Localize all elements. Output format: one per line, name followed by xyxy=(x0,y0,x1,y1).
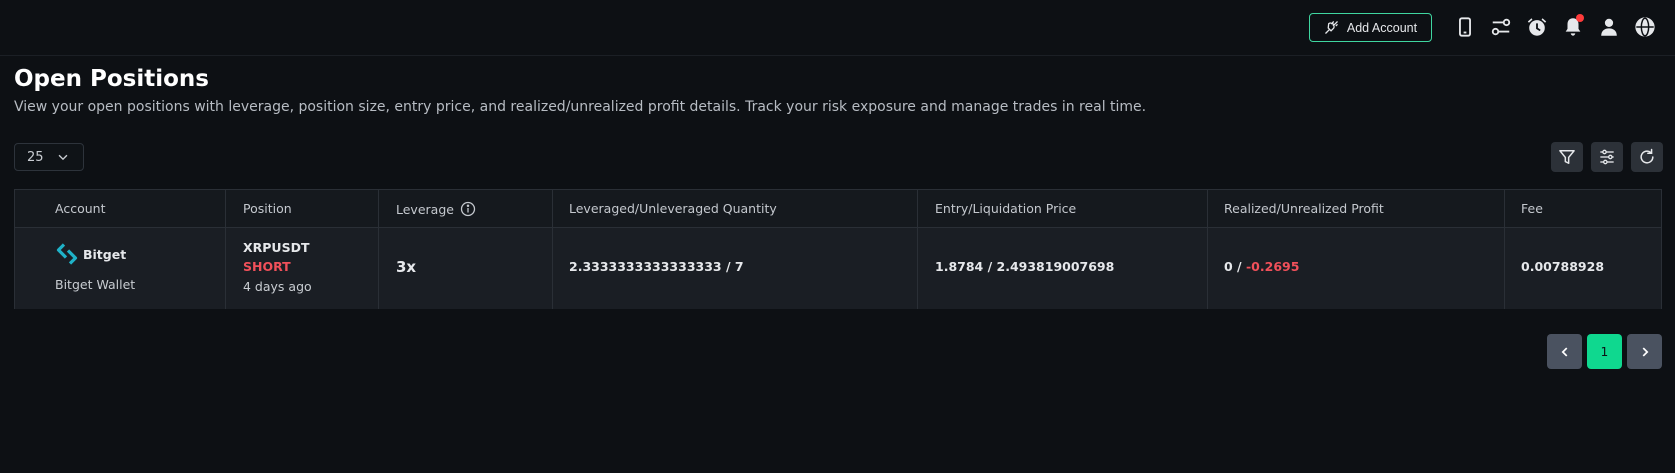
chevron-left-icon xyxy=(1561,346,1567,357)
info-icon[interactable] xyxy=(460,201,476,217)
position-symbol: XRPUSDT xyxy=(243,240,310,255)
top-bar: Add Account xyxy=(0,0,1675,56)
column-header-price[interactable]: Entry/Liquidation Price xyxy=(935,201,1076,216)
fee-cell: 0.00788928 xyxy=(1505,228,1663,309)
profit-cell: 0 / -0.2695 xyxy=(1208,228,1505,309)
column-settings-button[interactable] xyxy=(1591,142,1623,172)
add-account-button[interactable]: Add Account xyxy=(1309,13,1432,42)
sliders-icon xyxy=(1600,149,1614,165)
exchange-badge: Bitget xyxy=(55,242,126,266)
column-header-fee[interactable]: Fee xyxy=(1521,201,1543,216)
alarm-clock-icon[interactable] xyxy=(1525,15,1549,39)
prev-page-button[interactable] xyxy=(1547,334,1582,369)
position-age: 4 days ago xyxy=(243,279,312,294)
toggles-icon[interactable] xyxy=(1489,15,1513,39)
notification-dot xyxy=(1576,14,1584,22)
next-page-button[interactable] xyxy=(1627,334,1662,369)
bell-icon[interactable] xyxy=(1561,14,1585,39)
bitget-logo-icon xyxy=(56,243,78,265)
column-header-position[interactable]: Position xyxy=(243,201,292,216)
leverage-cell: 3x xyxy=(379,228,553,309)
leverage-header-label: Leverage xyxy=(396,201,454,217)
globe-icon[interactable] xyxy=(1633,15,1657,39)
filter-button[interactable] xyxy=(1551,142,1583,172)
filter-icon xyxy=(1559,150,1575,164)
position-cell: XRPUSDT SHORT 4 days ago xyxy=(226,228,379,309)
column-header-quantity[interactable]: Leveraged/Unleveraged Quantity xyxy=(569,201,777,216)
page-size-value: 25 xyxy=(27,149,44,165)
page-subtitle: View your open positions with leverage, … xyxy=(14,99,1147,115)
exchange-name: Bitget xyxy=(83,246,127,262)
profit-separator: / xyxy=(1232,259,1246,274)
chevron-down-icon xyxy=(58,154,67,161)
quantity-value: 2.3333333333333333 / 7 xyxy=(569,259,744,274)
wallet-name: Bitget Wallet xyxy=(55,277,136,292)
add-account-label: Add Account xyxy=(1346,20,1418,35)
unrealized-profit: -0.2695 xyxy=(1245,259,1300,274)
position-side-badge: SHORT xyxy=(243,259,291,274)
user-icon[interactable] xyxy=(1597,15,1621,39)
table-row[interactable]: Bitget Bitget Wallet XRPUSDT SHORT 4 day… xyxy=(15,228,1661,309)
positions-table: Account Position Leverage Leveraged/Unle… xyxy=(14,189,1662,309)
column-header-profit[interactable]: Realized/Unrealized Profit xyxy=(1224,201,1384,216)
realized-profit: 0 xyxy=(1224,259,1233,274)
chevron-right-icon xyxy=(1642,346,1648,357)
page-button-1[interactable]: 1 xyxy=(1587,334,1622,369)
column-header-account[interactable]: Account xyxy=(55,201,105,216)
plug-icon xyxy=(1325,21,1338,34)
profit-value: 0 / -0.2695 xyxy=(1224,259,1299,274)
refresh-button[interactable] xyxy=(1631,142,1663,172)
page-title: Open Positions xyxy=(14,66,209,92)
column-header-leverage[interactable]: Leverage xyxy=(396,201,476,217)
leverage-value: 3x xyxy=(396,258,417,276)
quantity-cell: 2.3333333333333333 / 7 xyxy=(553,228,918,309)
phone-icon[interactable] xyxy=(1453,15,1477,39)
refresh-icon xyxy=(1640,148,1654,164)
table-header: Account Position Leverage Leveraged/Unle… xyxy=(15,190,1661,228)
page-size-select[interactable]: 25 xyxy=(14,143,84,171)
fee-value: 0.00788928 xyxy=(1521,259,1605,274)
account-cell: Bitget Bitget Wallet xyxy=(15,228,226,309)
price-cell: 1.8784 / 2.493819007698 xyxy=(918,228,1208,309)
price-value: 1.8784 / 2.493819007698 xyxy=(935,259,1115,274)
